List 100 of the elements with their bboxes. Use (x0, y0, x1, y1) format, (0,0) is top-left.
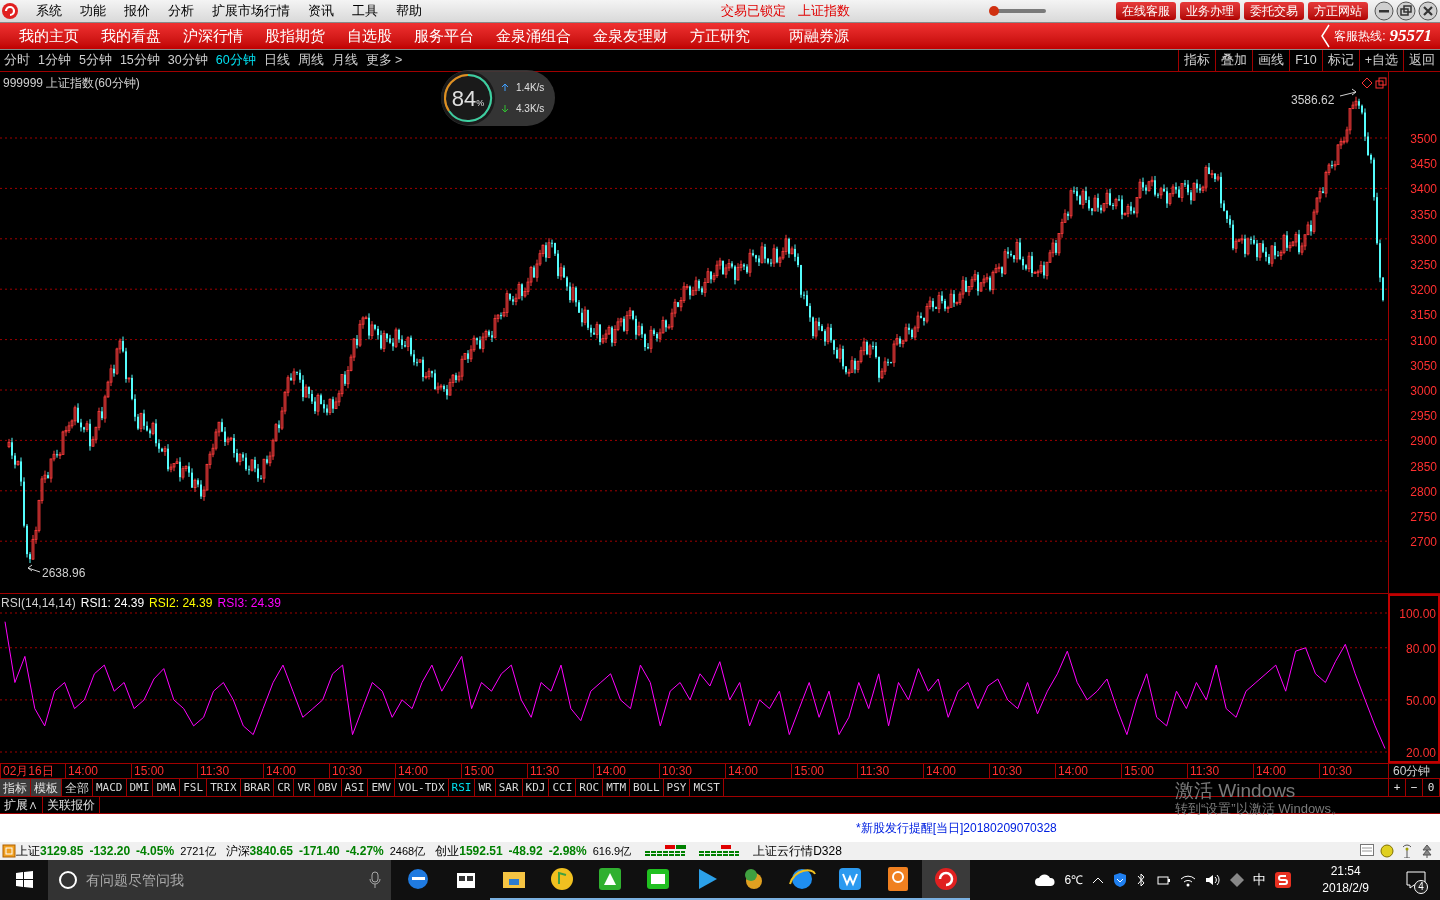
indicator-tab[interactable]: MTM (603, 779, 631, 796)
ime-indicator[interactable]: 中 (1253, 870, 1267, 890)
period-tab[interactable]: 5分钟 (74, 51, 116, 70)
indicator-tab[interactable]: TRIX (207, 779, 241, 796)
indicator-tab[interactable]: VOL-TDX (395, 779, 449, 796)
menu-item[interactable]: 帮助 (387, 1, 431, 21)
time-label: 15:00 (131, 764, 197, 778)
toolbar-button[interactable]: +自选 (1358, 50, 1403, 71)
indicator-tab[interactable]: OBV (314, 779, 342, 796)
notification-badge: 4 (1414, 880, 1428, 894)
toolbar-button[interactable]: F10 (1289, 50, 1322, 71)
time-label: 15:00 (1121, 764, 1187, 778)
ticker-text: 上证云行情D328 (753, 843, 842, 860)
zoom-button[interactable]: 0 (1423, 779, 1440, 796)
nav-item[interactable]: 金泉友理财 (582, 24, 679, 48)
indicator-tab[interactable]: BRAR (240, 779, 275, 796)
menu-item[interactable]: 报价 (115, 1, 159, 21)
price-tick: 3050 (1410, 357, 1437, 375)
indicator-tab[interactable]: DMA (153, 779, 181, 796)
indicator-tab[interactable]: PSY (663, 779, 691, 796)
market-change: -132.20 (89, 843, 131, 860)
market-name: 沪深 (225, 843, 250, 860)
period-tab[interactable]: 更多 > (361, 51, 407, 70)
nav-item[interactable]: 沪深行情 (172, 24, 254, 48)
period-tab[interactable]: 日线 (259, 51, 294, 70)
nav-item[interactable]: 服务平台 (403, 24, 485, 48)
market-change: -48.92 (508, 843, 543, 860)
status-text: 上证指数 (798, 2, 850, 21)
indicator-tab[interactable]: CCI (549, 779, 577, 796)
menu-item[interactable]: 分析 (159, 1, 203, 21)
menu-item[interactable]: 工具 (343, 1, 387, 21)
indicator-tab[interactable]: ASI (341, 779, 369, 796)
rsi-tick: 100.00 (1399, 606, 1436, 623)
period-tab[interactable]: 60分钟 (211, 51, 260, 70)
price-tick: 3500 (1410, 131, 1437, 148)
indicator-tab[interactable]: VR (294, 779, 315, 796)
indicator-tab[interactable]: FSL (180, 779, 208, 796)
time-label: 10:30 (1319, 764, 1385, 778)
toolbar-button[interactable]: 指标 (1178, 50, 1216, 71)
time-label: 11:30 (857, 764, 923, 778)
indicator-tab[interactable]: KDJ (522, 779, 550, 796)
mode-button[interactable]: 指标 (0, 779, 31, 796)
toolbar-button[interactable]: 叠加 (1215, 50, 1253, 71)
title-button[interactable]: 在线客服 (1116, 2, 1176, 20)
indicator-tab[interactable]: DMI (126, 779, 154, 796)
indicator-value: RSI2: 24.39 (149, 595, 213, 612)
price-tick: 2800 (1410, 483, 1437, 501)
time-label: 14:00 (593, 764, 659, 778)
period-tab[interactable]: 15分钟 (115, 51, 164, 70)
indicator-tab[interactable]: 全部 (62, 779, 93, 796)
market-value: 3129.85 (40, 843, 84, 860)
indicator-tab[interactable]: WR (475, 779, 496, 796)
zoom-button[interactable]: + (1389, 779, 1406, 796)
indicator-tab[interactable]: ROC (576, 779, 604, 796)
period-tab[interactable]: 月线 (327, 51, 362, 70)
price-tick: 3150 (1410, 307, 1437, 325)
notice-text[interactable]: *新股发行提醒[当日]20180209070328 (856, 819, 1057, 837)
nav-item[interactable]: 自选股 (336, 24, 403, 48)
menu-item[interactable]: 资讯 (299, 1, 343, 21)
menu-item[interactable]: 功能 (71, 1, 115, 21)
title-button[interactable]: 方正网站 (1308, 2, 1368, 20)
time-label: 10:30 (989, 764, 1055, 778)
title-button[interactable]: 业务办理 (1180, 2, 1240, 20)
indicator-tab[interactable]: MCST (690, 779, 724, 796)
period-tab[interactable]: 分时 (0, 51, 34, 70)
nav-item[interactable]: 我的主页 (8, 24, 90, 48)
time-label: 15:00 (461, 764, 527, 778)
zoom-button[interactable]: − (1406, 779, 1423, 796)
indicator-value: RSI1: 24.39 (80, 595, 145, 612)
nav-item[interactable]: 方正研究 (679, 24, 761, 48)
nav-item[interactable]: 我的看盘 (90, 24, 172, 48)
rsi-tick: 20.00 (1405, 745, 1436, 762)
menu-item[interactable]: 系统 (27, 1, 71, 21)
nav-item[interactable]: 两融券源 (761, 24, 859, 48)
indicator-tab[interactable]: MACD (93, 779, 127, 796)
indicator-tab[interactable]: SAR (495, 779, 523, 796)
indicator-tab[interactable]: BOLL (630, 779, 664, 796)
price-tick: 3300 (1410, 231, 1437, 249)
toolbar-button[interactable]: 返回 (1403, 50, 1440, 71)
indicator-tab[interactable]: EMV (368, 779, 396, 796)
period-tab[interactable]: 1分钟 (34, 51, 75, 70)
percent-unit: % (476, 97, 485, 110)
indicator-tab[interactable]: CR (274, 779, 295, 796)
price-tick: 3200 (1410, 282, 1437, 300)
period-tab[interactable]: 周线 (293, 51, 328, 70)
nav-item[interactable]: 金泉涌组合 (485, 24, 582, 48)
menu-item[interactable]: 扩展市场行情 (203, 1, 299, 21)
toolbar-button[interactable]: 画线 (1252, 50, 1290, 71)
time-label: 14:00 (65, 764, 131, 778)
time-label: 14:00 (725, 764, 791, 778)
market-percent: -4.05% (136, 843, 175, 860)
clock[interactable]: 21:54 2018/2/9 (1322, 863, 1369, 897)
toolbar-button[interactable]: 标记 (1321, 50, 1359, 71)
status-text: 交易已锁定 (721, 2, 786, 21)
search-field[interactable]: 有问题尽管问我 (48, 860, 391, 900)
nav-item[interactable]: 股指期货 (254, 24, 336, 48)
mode-button[interactable]: 模板 (31, 779, 62, 796)
title-button[interactable]: 委托交易 (1244, 2, 1304, 20)
period-tab[interactable]: 30分钟 (163, 51, 212, 70)
indicator-tab[interactable]: RSI (448, 779, 476, 796)
